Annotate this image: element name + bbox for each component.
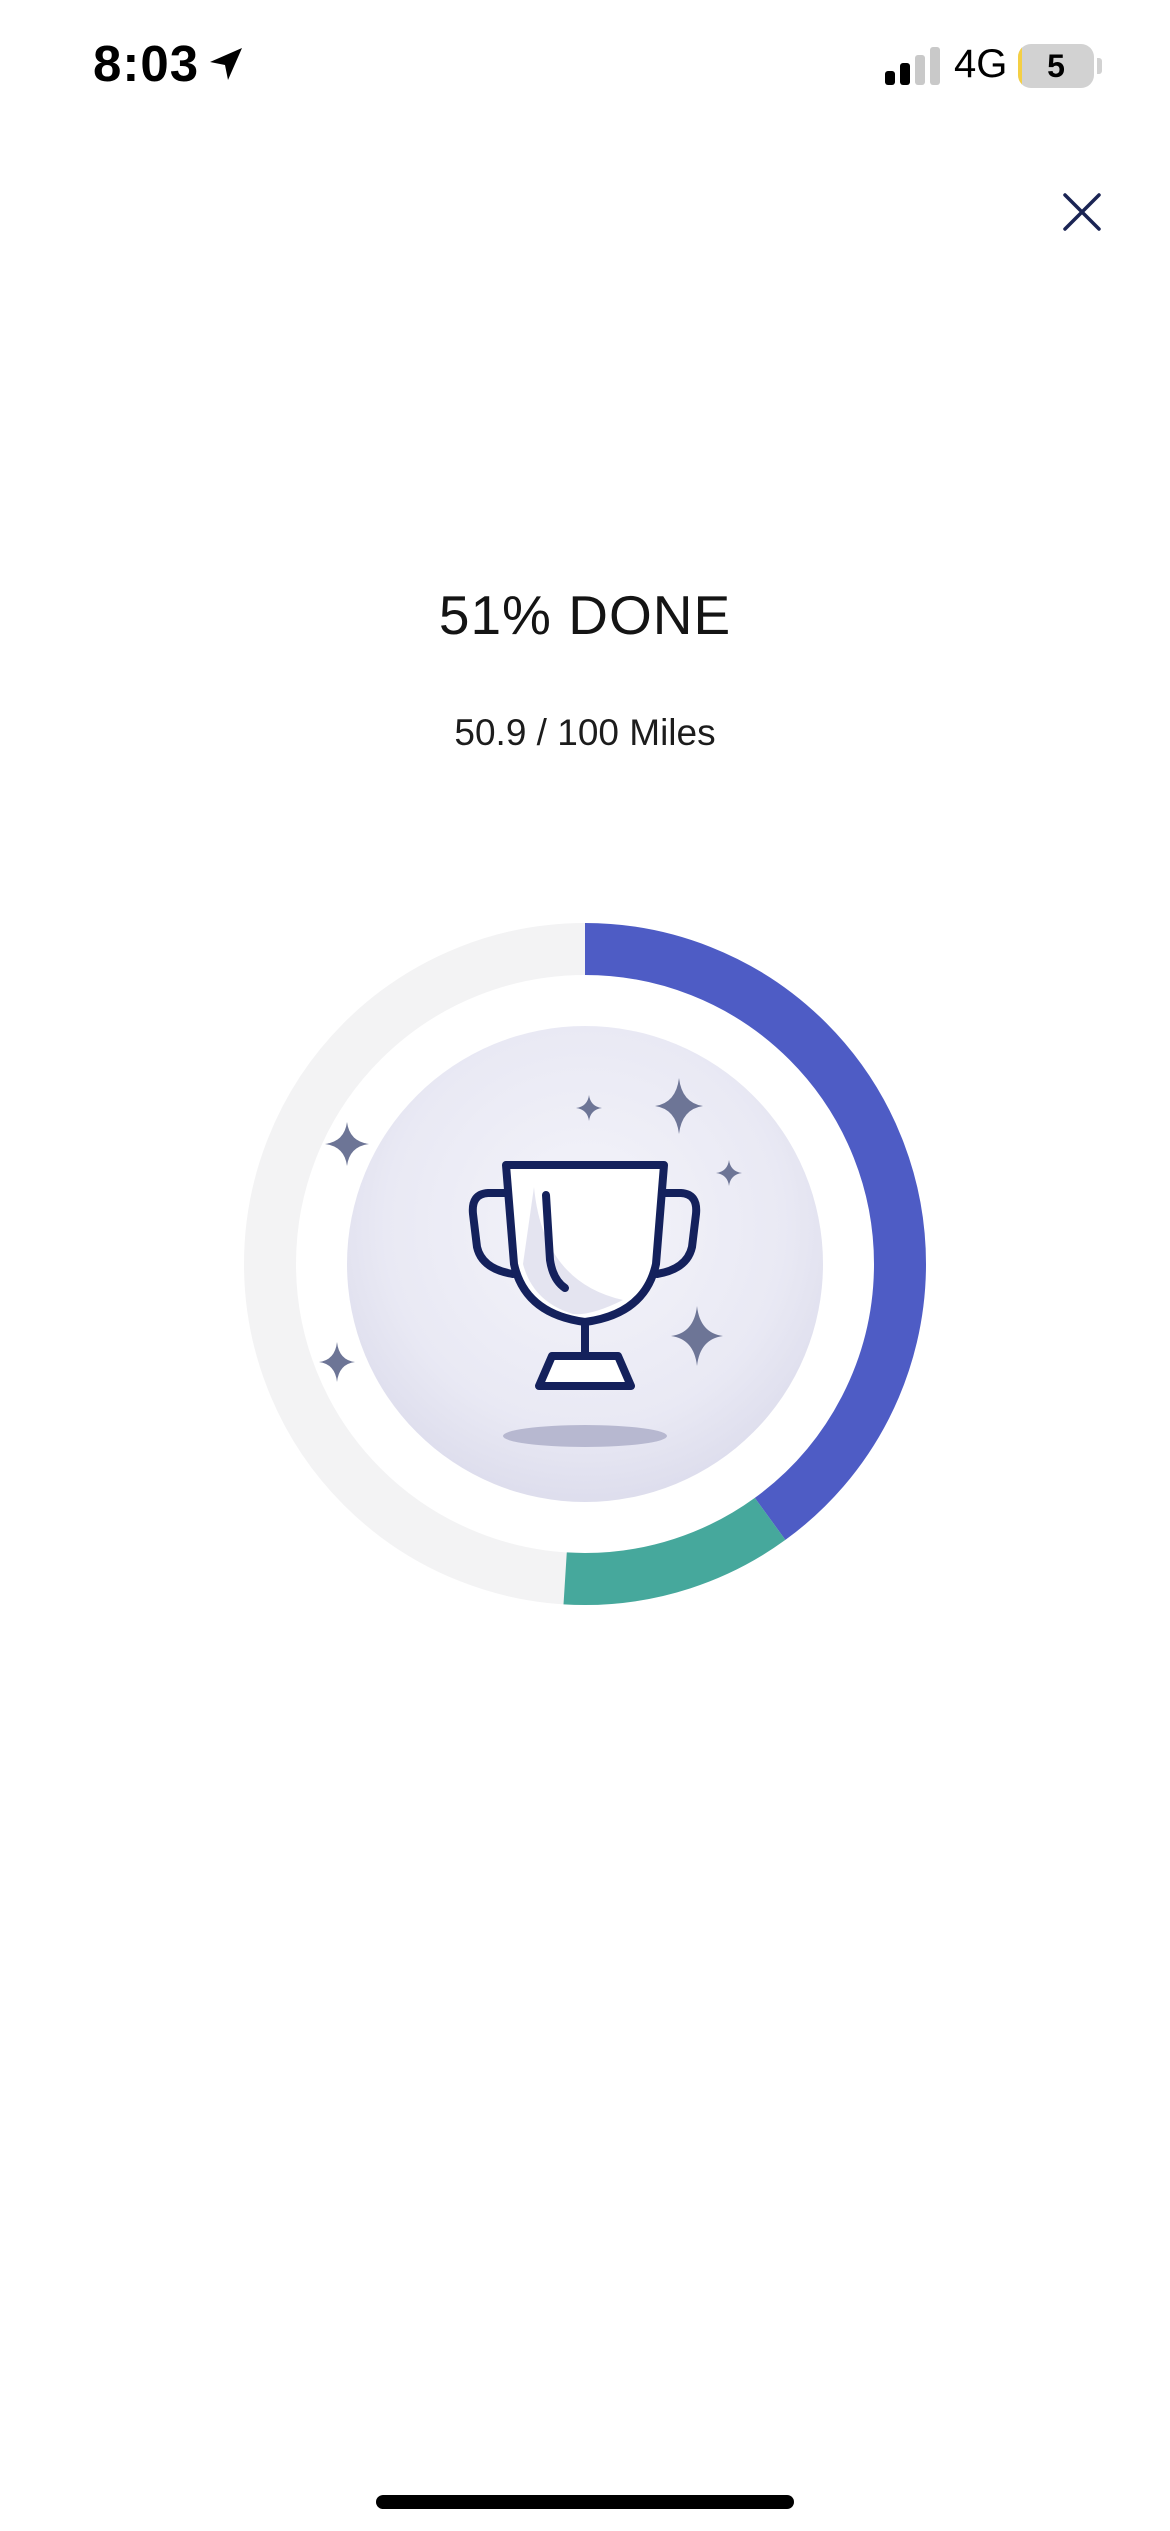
status-time: 8:03 bbox=[93, 35, 200, 92]
battery-percentage: 5 bbox=[1047, 48, 1065, 84]
location-arrow-icon bbox=[210, 48, 242, 80]
close-button[interactable] bbox=[1050, 180, 1114, 244]
progress-distance-subtitle: 50.9 / 100 Miles bbox=[454, 712, 716, 753]
progress-ring bbox=[244, 923, 926, 1605]
network-type-label: 4G bbox=[954, 42, 1008, 86]
progress-percentage-title: 51% DONE bbox=[438, 584, 732, 646]
close-icon bbox=[1063, 193, 1101, 231]
signal-bars-icon bbox=[885, 47, 940, 85]
trophy-shadow bbox=[503, 1425, 667, 1447]
battery-cap bbox=[1097, 58, 1102, 74]
home-indicator[interactable] bbox=[376, 2495, 794, 2509]
battery-icon: 5 bbox=[1018, 44, 1094, 88]
status-bar: 8:03 4G 5 bbox=[0, 0, 1170, 140]
